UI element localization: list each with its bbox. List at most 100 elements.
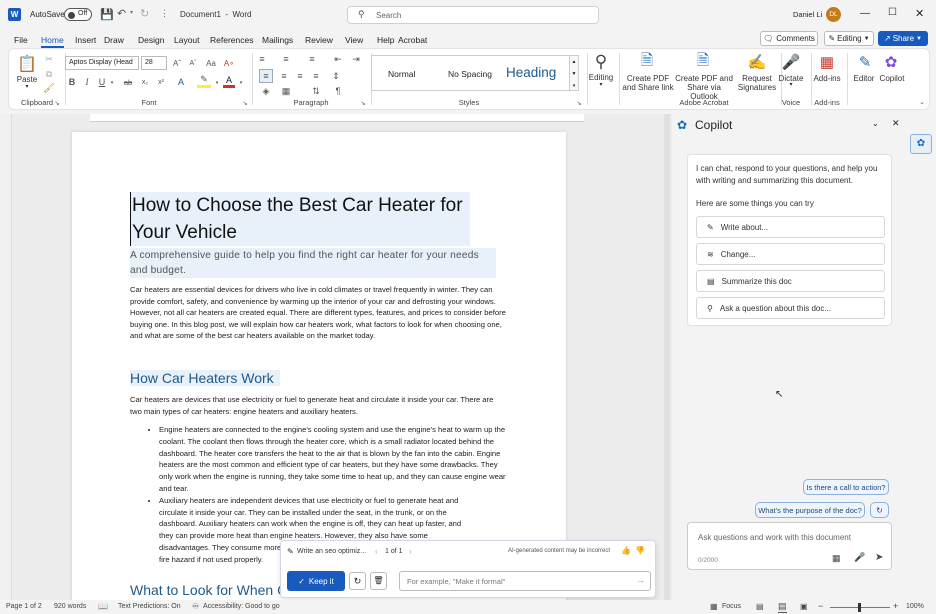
font-name-select[interactable]: Aptos Display (Head (65, 56, 139, 70)
text-predictions-status[interactable]: Text Predictions: On (118, 603, 181, 610)
styles-scroll[interactable]: ▲ ▼ ▾ (569, 55, 579, 91)
tab-home[interactable]: Home (41, 35, 64, 48)
microphone-icon[interactable]: 🎤 (781, 51, 801, 73)
suggestion-summarize[interactable]: ▤ Summarize this doc (696, 270, 885, 292)
sort-icon[interactable]: ⇅ (309, 85, 323, 97)
discard-icon[interactable]: 🗑 (370, 572, 387, 590)
shading-icon[interactable]: ◈ (259, 85, 273, 97)
section-paragraph-1[interactable]: Car heaters are devices that use electri… (130, 394, 506, 417)
user-name[interactable]: Daniel Li (793, 10, 822, 19)
doc-title[interactable]: How to Choose the Best Car Heater for Yo… (130, 192, 470, 246)
increase-indent-icon[interactable]: ⇥ (349, 53, 363, 65)
tab-file[interactable]: File (14, 35, 28, 45)
document-scrollbar[interactable] (664, 114, 670, 600)
align-center-icon[interactable]: ≡ (277, 69, 291, 83)
search-box[interactable]: ⚲ Search (347, 6, 599, 24)
subscript-icon[interactable]: x₂ (139, 76, 151, 88)
tab-layout[interactable]: Layout (174, 35, 200, 45)
list-item[interactable]: Engine heaters are connected to the engi… (159, 424, 506, 495)
borders-icon[interactable]: ▦ (279, 85, 293, 97)
accessibility-status[interactable]: Accessibility: Good to go (203, 603, 280, 610)
comments-button[interactable]: 🗨 Comments (760, 31, 818, 46)
chevron-left-icon[interactable]: ‹ (375, 547, 378, 556)
change-case-icon[interactable]: Aa (205, 57, 217, 69)
editor-button[interactable]: Editor (849, 74, 879, 83)
suggestion-ask-question[interactable]: ⚲ Ask a question about this doc... (696, 297, 885, 319)
justify-icon[interactable]: ≡ (309, 69, 323, 83)
suggestion-write-about[interactable]: ✎ Write about... (696, 216, 885, 238)
tab-acrobat[interactable]: Acrobat (398, 35, 427, 45)
copilot-input[interactable]: Ask questions and work with this documen… (687, 522, 892, 570)
paste-icon[interactable]: 📋 (15, 53, 39, 75)
style-heading[interactable]: Heading (506, 65, 556, 80)
undo-dropdown-icon[interactable]: ▾ (130, 9, 133, 16)
zoom-level[interactable]: 100% (906, 603, 924, 610)
regenerate-icon[interactable]: ↻ (349, 572, 366, 590)
clear-formatting-icon[interactable]: A∘ (223, 57, 235, 69)
customize-toolbar-icon[interactable]: ⋮ (160, 8, 169, 19)
keep-it-button[interactable]: ✓ Keep it (287, 571, 345, 591)
send-arrow-icon[interactable]: → (636, 575, 645, 585)
tab-design[interactable]: Design (138, 35, 164, 45)
grow-font-icon[interactable]: Aˆ (171, 57, 183, 69)
print-layout-icon[interactable]: ▤ (778, 601, 787, 613)
close-icon[interactable]: ✕ (915, 7, 924, 20)
multilevel-list-icon[interactable]: ≡ (305, 53, 319, 65)
attach-icon[interactable]: ▦ (832, 553, 841, 564)
italic-icon[interactable]: I (82, 76, 92, 88)
send-icon[interactable]: ➤ (875, 552, 883, 563)
bullets-icon[interactable]: ≡ (255, 53, 269, 65)
thumbs-up-icon[interactable]: 👍 (621, 546, 631, 555)
tab-references[interactable]: References (210, 35, 253, 45)
show-marks-icon[interactable]: ¶ (331, 85, 345, 97)
focus-icon[interactable]: ▦ (710, 602, 718, 611)
pdf-outlook-icon[interactable]: 🗎 (693, 51, 713, 73)
shrink-font-icon[interactable]: Aˇ (187, 57, 199, 69)
addins-icon[interactable]: ▦ (817, 51, 837, 73)
create-pdf-share-link-button[interactable]: Create PDF and Share link (621, 74, 675, 92)
underline-dropdown-icon[interactable]: ▾ (109, 78, 115, 88)
prompt-chip-call-to-action[interactable]: Is there a call to action? (803, 479, 889, 495)
clipboard-launcher-icon[interactable]: ↘ (53, 99, 61, 107)
tab-view[interactable]: View (345, 35, 363, 45)
paste-dropdown-icon[interactable]: ▾ (21, 84, 33, 91)
font-color-dropdown-icon[interactable]: ▾ (238, 78, 244, 88)
style-no-spacing[interactable]: No Spacing (448, 69, 492, 79)
doc-subtitle[interactable]: A comprehensive guide to help you find t… (130, 248, 496, 278)
dictate-dropdown-icon[interactable]: ▾ (785, 82, 797, 89)
text-effects-icon[interactable]: A (175, 76, 187, 88)
word-count[interactable]: 920 words (54, 603, 86, 610)
cut-icon[interactable]: ✂ (43, 53, 55, 65)
maximize-icon[interactable]: ☐ (888, 7, 897, 18)
share-button[interactable]: ↗ Share ▼ (878, 31, 928, 46)
copy-icon[interactable]: ⧉ (43, 68, 55, 80)
addins-button[interactable]: Add-ins (811, 74, 843, 83)
prompt-chip-purpose[interactable]: What's the purpose of the doc? (755, 502, 865, 518)
redo-icon[interactable]: ↻ (140, 7, 149, 20)
document-page[interactable]: How to Choose the Best Car Heater for Yo… (72, 132, 566, 600)
autosave-toggle[interactable]: Off (64, 8, 92, 21)
find-icon[interactable]: ⚲ (589, 51, 613, 73)
close-pane-icon[interactable]: ✕ (892, 118, 900, 129)
font-size-select[interactable]: 28 (141, 56, 167, 70)
minimize-icon[interactable]: — (860, 8, 870, 19)
save-icon[interactable]: 💾 (100, 8, 114, 21)
underline-icon[interactable]: U (97, 76, 107, 88)
editing-button[interactable]: Editing (587, 73, 615, 82)
font-launcher-icon[interactable]: ↘ (241, 99, 249, 107)
avatar[interactable]: DL (826, 7, 841, 22)
zoom-in-icon[interactable]: + (893, 601, 898, 611)
pdf-share-link-icon[interactable]: 🗎 (637, 51, 657, 73)
font-color-icon[interactable]: A (223, 74, 235, 88)
editor-icon[interactable]: ✎ (855, 51, 875, 73)
tab-mailings[interactable]: Mailings (262, 35, 293, 45)
tab-insert[interactable]: Insert (75, 35, 96, 45)
zoom-out-icon[interactable]: − (818, 601, 823, 611)
signature-icon[interactable]: ✍ (747, 51, 767, 73)
highlight-icon[interactable]: ✎ (197, 74, 211, 88)
tab-draw[interactable]: Draw (104, 35, 124, 45)
paste-button[interactable]: Paste (11, 75, 43, 84)
intro-paragraph[interactable]: Car heaters are essential devices for dr… (130, 284, 510, 342)
tab-help[interactable]: Help (377, 35, 394, 45)
superscript-icon[interactable]: x² (155, 76, 167, 88)
